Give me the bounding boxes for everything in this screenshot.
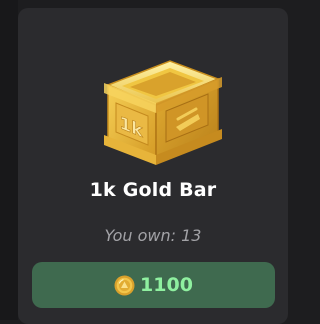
- coin-icon: [114, 275, 135, 295]
- shop-item-card[interactable]: 1k 1k Gold Bar You own: 13 1100: [18, 8, 288, 324]
- left-edge: [0, 0, 18, 320]
- item-title: 1k Gold Bar: [89, 179, 217, 201]
- buy-button[interactable]: 1100: [32, 262, 275, 308]
- gold-crate-icon: 1k: [104, 60, 222, 165]
- owned-count: You own: 13: [104, 226, 202, 245]
- price-label: 1100: [140, 274, 193, 296]
